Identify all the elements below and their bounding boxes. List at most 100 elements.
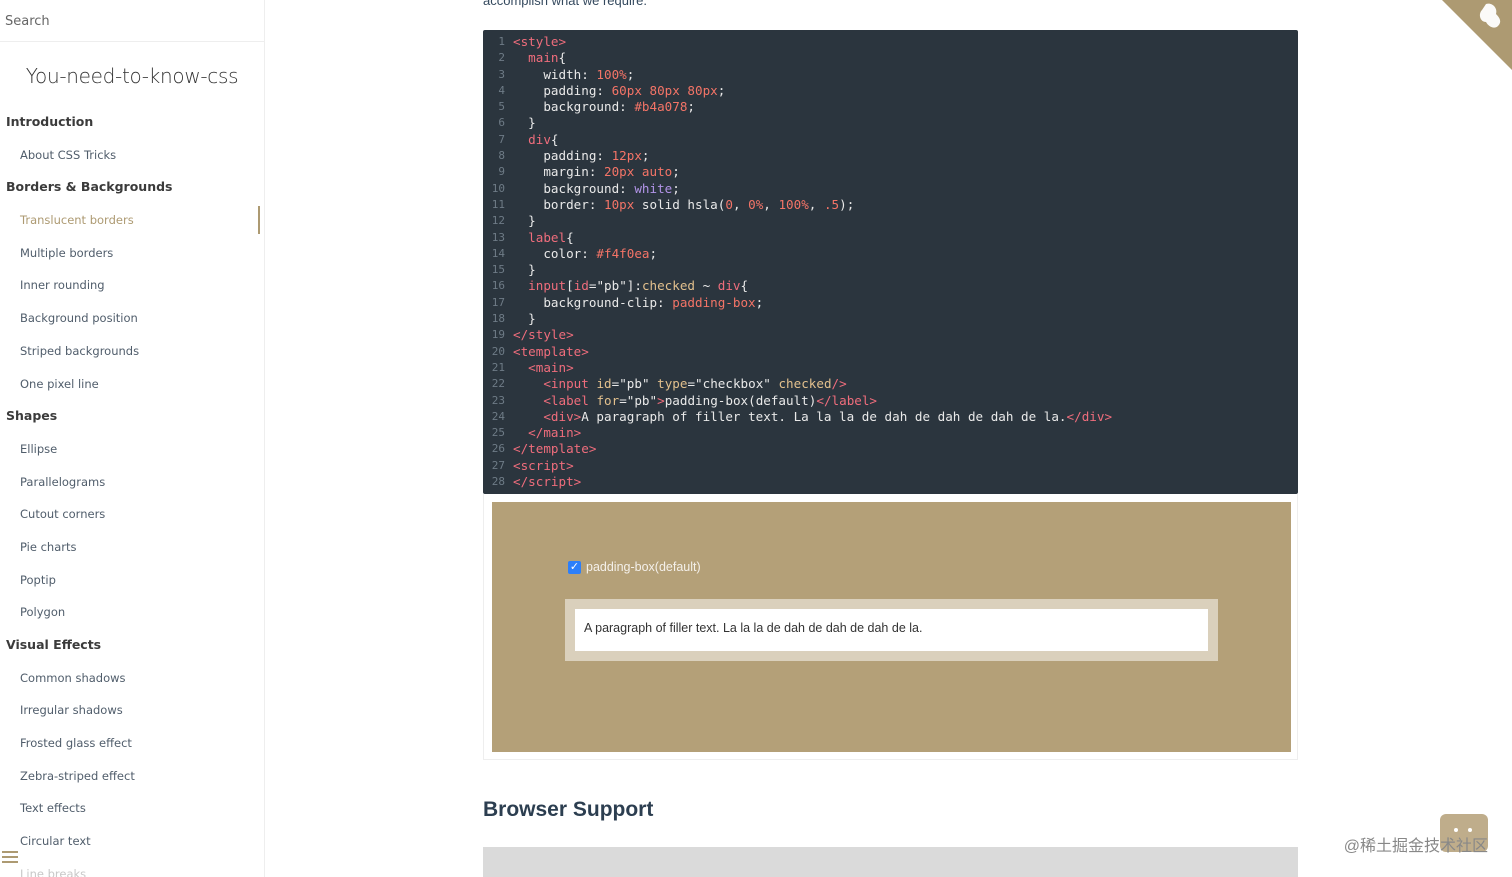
sidebar-section-visual-effects[interactable]: Visual Effects — [0, 629, 264, 662]
line-number: 19 — [491, 328, 505, 342]
code-text: padding: 60px 80px 80px; — [513, 83, 725, 99]
sidebar-section-introduction[interactable]: Introduction — [0, 106, 264, 139]
sidebar-item-polygon[interactable]: Polygon — [0, 596, 264, 629]
code-token: ="checkbox" — [687, 376, 779, 392]
code-text: } — [513, 115, 536, 131]
code-text: main{ — [513, 50, 566, 66]
code-token: checked — [778, 376, 832, 392]
code-line: 17 background-clip: padding-box; — [483, 295, 1298, 311]
line-number: 12 — [491, 214, 505, 228]
search-bar — [0, 0, 264, 42]
code-token: </label> — [816, 392, 878, 408]
code-token: div — [528, 131, 551, 147]
code-block: 1 <style> 2 main{3 width: 100%; 4 padding: … — [483, 30, 1298, 494]
sidebar-item-parallelograms[interactable]: Parallelograms — [0, 466, 264, 499]
line-number: 15 — [491, 263, 505, 277]
code-token: , — [732, 196, 749, 212]
code-line: 27 <script> — [483, 458, 1298, 474]
code-text: </template> — [513, 441, 596, 457]
line-number: 25 — [491, 426, 505, 440]
line-number: 2 — [498, 51, 505, 65]
code-token: 60px 80px 80px — [611, 82, 718, 98]
code-token: , — [763, 196, 779, 212]
code-token: } — [513, 262, 536, 278]
code-line: 22 <input id="pb" type="checkbox" checke… — [483, 376, 1298, 392]
code-token: <style> — [513, 34, 567, 49]
sidebar-toggle-icon[interactable] — [2, 851, 18, 865]
line-number: 4 — [498, 83, 505, 97]
line-number: 17 — [491, 295, 505, 309]
code-token: > — [657, 392, 665, 408]
sidebar-item-irregular-shadows[interactable]: Irregular shadows — [0, 694, 264, 727]
sidebar-item-cutout-corners[interactable]: Cutout corners — [0, 498, 264, 531]
sidebar-item-common-shadows[interactable]: Common shadows — [0, 662, 264, 695]
code-line: 1 <style> — [483, 34, 1298, 50]
sidebar-item-circular-text[interactable]: Circular text — [0, 825, 264, 858]
github-corner-icon[interactable] — [1442, 0, 1512, 70]
code-token: solid hsla( — [634, 196, 726, 212]
code-token: 12px — [611, 148, 642, 164]
search-input[interactable] — [5, 14, 259, 29]
code-line: 28 </script> — [483, 474, 1298, 490]
code-line: 6 } — [483, 115, 1298, 131]
sidebar-item-background-position[interactable]: Background position — [0, 302, 264, 335]
code-line: 8 padding: 12px; — [483, 148, 1298, 164]
line-number: 14 — [491, 246, 505, 260]
code-line: 24 <div>A paragraph of filler text. La l… — [483, 409, 1298, 425]
code-token: ; — [687, 99, 695, 115]
code-token: ; — [672, 164, 680, 180]
sidebar-section-shapes[interactable]: Shapes — [0, 400, 264, 433]
app-name[interactable]: You-need-to-know-css — [0, 64, 264, 88]
code-token: 0% — [748, 196, 764, 212]
line-number: 10 — [491, 181, 505, 195]
sidebar-section-borders-backgrounds[interactable]: Borders & Backgrounds — [0, 171, 264, 204]
code-token: /> — [831, 376, 847, 392]
line-number: 7 — [498, 132, 505, 146]
checkbox-label[interactable]: padding-box(default) — [586, 560, 701, 574]
code-line: 16 input[id="pb"]:checked ~ div{ — [483, 278, 1298, 294]
line-number: 28 — [491, 475, 505, 489]
code-token: ; — [649, 245, 658, 261]
code-text: } — [513, 262, 536, 278]
line-number: 26 — [491, 442, 505, 456]
code-text: div{ — [513, 131, 558, 148]
sidebar-item-inner-rounding[interactable]: Inner rounding — [0, 269, 264, 302]
sidebar-item-multiple-borders[interactable]: Multiple borders — [0, 237, 264, 270]
code-token: padding-box(default) — [664, 392, 817, 408]
sidebar-item-striped-backgrounds[interactable]: Striped backgrounds — [0, 335, 264, 368]
line-number: 24 — [491, 409, 505, 423]
sidebar-item-one-pixel-line[interactable]: One pixel line — [0, 368, 264, 401]
line-number: 6 — [498, 116, 505, 130]
sidebar-item-about-css-tricks[interactable]: About CSS Tricks — [0, 139, 264, 172]
code-token: <label — [543, 392, 589, 408]
sidebar-item-translucent-borders[interactable]: Translucent borders — [0, 204, 264, 237]
code-line: 13 label{ — [483, 230, 1298, 246]
line-number: 11 — [491, 197, 505, 211]
code-line: 7 div{ — [483, 132, 1298, 148]
sidebar-item-frosted-glass-effect[interactable]: Frosted glass effect — [0, 727, 264, 760]
code-token: </div> — [1066, 408, 1113, 424]
line-number: 9 — [498, 165, 505, 179]
line-number: 27 — [491, 458, 505, 472]
code-token: ; — [626, 66, 635, 82]
code-token: { — [740, 278, 749, 294]
padding-box-checkbox[interactable]: ✓ — [568, 560, 581, 574]
code-token: white — [634, 180, 673, 196]
code-token: <template> — [513, 343, 589, 359]
sidebar-item-zebra-striped-effect[interactable]: Zebra-striped effect — [0, 760, 264, 793]
code-token: ="pb" — [611, 376, 658, 392]
sidebar-item-line-breaks[interactable]: Line breaks — [0, 858, 264, 877]
demo-paragraph-box: A paragraph of filler text. La la la de … — [565, 599, 1218, 661]
sidebar-item-text-effects[interactable]: Text effects — [0, 792, 264, 825]
sidebar-item-pie-charts[interactable]: Pie charts — [0, 531, 264, 564]
code-token: <input — [543, 376, 589, 392]
code-token: 20px auto — [604, 164, 673, 180]
demo-preview: ✓ padding-box(default) A paragraph of fi… — [483, 494, 1298, 760]
sidebar-item-ellipse[interactable]: Ellipse — [0, 433, 264, 466]
code-token: checked — [641, 278, 696, 294]
sidebar-item-poptip[interactable]: Poptip — [0, 564, 264, 597]
